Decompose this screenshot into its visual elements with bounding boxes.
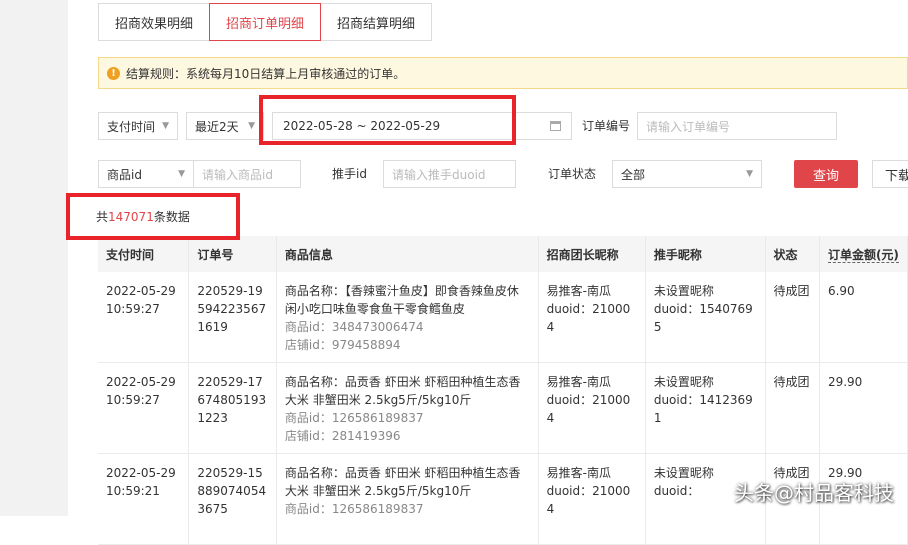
cell-amount: 29.90 xyxy=(819,362,908,454)
col-status: 状态 xyxy=(765,236,820,272)
col-pay-time: 支付时间 xyxy=(98,236,190,272)
chevron-down-icon: ▼ xyxy=(162,121,169,131)
cell-leader: 易推客-南瓜 duoid：210004 xyxy=(538,272,646,363)
tab-bar: 招商效果明细 招商订单明细 招商结算明细 xyxy=(98,3,433,41)
cell-pay-time: 2022-05-29 10:59:27 xyxy=(98,272,190,363)
table-row: 2022-05-29 10:59:27 220529-1959422356716… xyxy=(98,272,908,363)
time-type-select[interactable]: 支付时间 ▼ xyxy=(98,112,178,140)
cell-product-info: 商品名称：【香辣蜜汁鱼皮】即食香辣鱼皮休闲小吃口味鱼零食鱼干零食鳕鱼皮 商品id… xyxy=(276,272,539,363)
warning-icon: ! xyxy=(107,66,120,80)
cell-status: 待成团 xyxy=(765,362,820,454)
tab-order-detail[interactable]: 招商订单明细 xyxy=(209,3,322,41)
cell-product-info: 商品名称：品贡香 虾田米 虾稻田种植生态香大米 非蟹田米 2.5kg5斤/5kg… xyxy=(276,362,539,454)
watermark: 头条@村品客科技 xyxy=(734,481,894,505)
settlement-notice: ! 结算规则：系统每月10日结算上月审核通过的订单。 xyxy=(98,57,908,89)
download-button[interactable]: 下载 xyxy=(872,160,908,188)
cell-pay-time: 2022-05-29 10:59:27 xyxy=(98,362,190,454)
highlight-date-range xyxy=(259,95,516,145)
table-row: 2022-05-29 10:59:27 220529-1767480519312… xyxy=(98,362,908,454)
cell-promoter: 未设置昵称 duoid：15407695 xyxy=(645,272,766,363)
order-no-input[interactable]: 请输入订单编号 xyxy=(637,112,837,140)
cell-leader: 易推客-南瓜 duoid：210004 xyxy=(538,453,646,545)
cell-order-no: 220529-158890740543675 xyxy=(188,453,277,545)
promoter-id-label: 推手id xyxy=(332,167,367,181)
tab-effect-detail[interactable]: 招商效果明细 xyxy=(98,3,211,41)
cell-amount: 6.90 xyxy=(819,272,908,363)
col-order-no: 订单号 xyxy=(188,236,277,272)
chevron-down-icon: ▼ xyxy=(248,121,255,131)
order-no-label: 订单编号 xyxy=(582,119,631,133)
order-status-select[interactable]: 全部 ▼ xyxy=(612,160,762,188)
cell-promoter: 未设置昵称 duoid：14123691 xyxy=(645,362,766,454)
col-amount: 订单金额(元) xyxy=(819,236,908,272)
cell-order-no: 220529-176748051931223 xyxy=(188,362,277,454)
col-product-info: 商品信息 xyxy=(276,236,539,272)
highlight-result-count xyxy=(66,193,240,240)
cell-order-no: 220529-195942235671619 xyxy=(188,272,277,363)
col-promoter-name: 推手昵称 xyxy=(645,236,766,272)
cell-pay-time: 2022-05-29 10:59:21 xyxy=(98,453,190,545)
chevron-down-icon: ▼ xyxy=(746,169,753,179)
order-status-label: 订单状态 xyxy=(548,167,597,181)
product-id-input[interactable]: 请输入商品id xyxy=(193,160,301,188)
cell-product-info: 商品名称：品贡香 虾田米 虾稻田种植生态香大米 非蟹田米 2.5kg5斤/5kg… xyxy=(276,453,539,545)
left-sidebar xyxy=(0,0,68,516)
cell-status: 待成团 xyxy=(765,272,820,363)
notice-text: 结算规则：系统每月10日结算上月审核通过的订单。 xyxy=(126,66,406,81)
calendar-icon xyxy=(550,121,561,131)
time-range-select[interactable]: 最近2天 ▼ xyxy=(186,112,264,140)
promoter-id-input[interactable]: 请输入推手duoid xyxy=(383,160,516,188)
table-header-row: 支付时间 订单号 商品信息 招商团长昵称 推手昵称 状态 订单金额(元) xyxy=(98,236,908,272)
tab-settlement-detail[interactable]: 招商结算明细 xyxy=(320,3,433,41)
query-button[interactable]: 查询 xyxy=(794,160,858,188)
cell-leader: 易推客-南瓜 duoid：210004 xyxy=(538,362,646,454)
chevron-down-icon: ▼ xyxy=(178,169,185,179)
col-leader-name: 招商团长昵称 xyxy=(538,236,646,272)
product-id-type-select[interactable]: 商品id ▼ xyxy=(98,160,194,188)
